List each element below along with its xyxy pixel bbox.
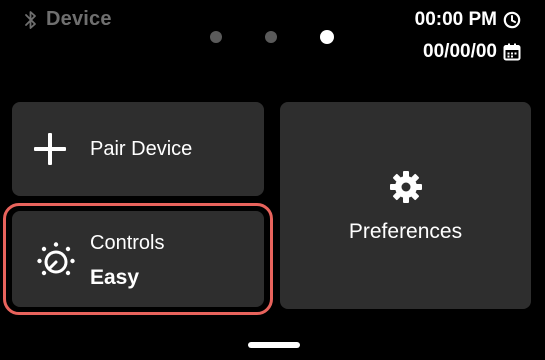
date-text: 00/00/00 xyxy=(423,41,497,62)
page-dot-2[interactable] xyxy=(265,31,277,43)
home-indicator[interactable] xyxy=(248,342,300,348)
time-text: 00:00 PM xyxy=(414,9,497,30)
plus-icon xyxy=(34,133,66,165)
gear-icon xyxy=(390,171,422,203)
controls-value: Easy xyxy=(90,266,140,289)
pair-device-button[interactable]: Pair Device xyxy=(12,102,264,196)
device-label: Device xyxy=(46,8,112,30)
controls-button[interactable]: Controls Easy xyxy=(12,211,264,307)
page-dot-1[interactable] xyxy=(210,31,222,43)
device-status: Device xyxy=(24,8,112,31)
page-dot-3-active[interactable] xyxy=(320,30,334,44)
controls-label: Controls xyxy=(90,232,165,254)
time-date-status: 00:00 PM 00/00/00 xyxy=(415,8,521,64)
clock-icon xyxy=(503,11,521,29)
preferences-label: Preferences xyxy=(348,220,463,243)
dial-icon xyxy=(37,242,75,276)
pair-device-label: Pair Device xyxy=(90,137,193,160)
calendar-icon xyxy=(503,43,521,61)
date-row: 00/00/00 xyxy=(415,40,521,64)
time-row: 00:00 PM xyxy=(415,8,521,32)
preferences-button[interactable]: Preferences xyxy=(280,102,531,309)
bluetooth-icon xyxy=(25,10,36,29)
